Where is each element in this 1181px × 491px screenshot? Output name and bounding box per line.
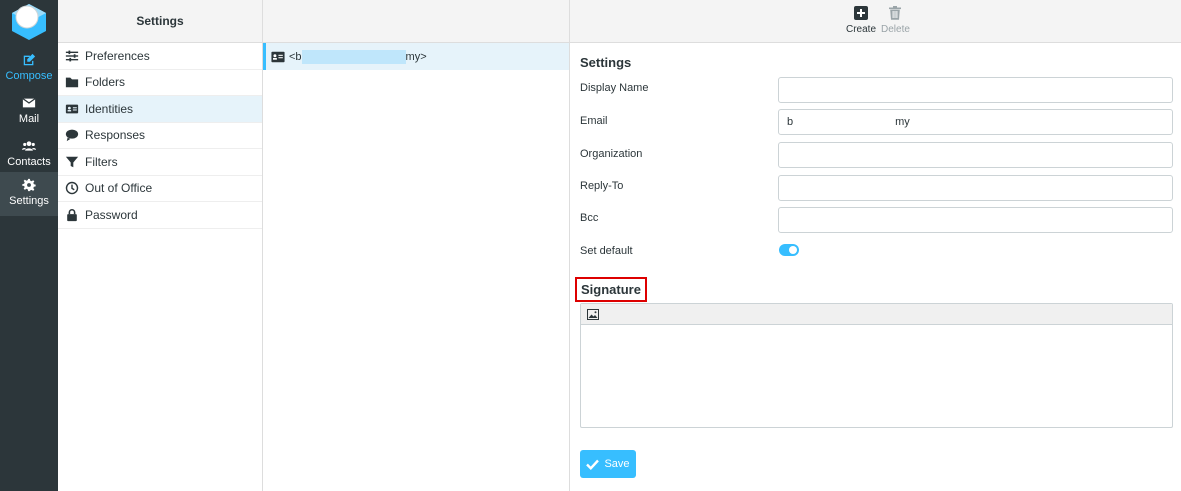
clock-icon — [65, 182, 79, 195]
email-label: Email — [580, 115, 608, 127]
delete-button[interactable]: Delete — [881, 6, 910, 35]
lock-icon — [67, 208, 77, 221]
rail-settings[interactable]: Settings — [0, 172, 58, 216]
nav-item-responses[interactable]: Responses — [58, 123, 262, 149]
nav-title: Settings — [58, 0, 262, 43]
toggle-knob — [789, 246, 797, 254]
trash-icon — [889, 6, 902, 20]
nav-label: Preferences — [85, 48, 150, 63]
rail-compose[interactable]: Compose — [0, 47, 58, 89]
app-rail: Compose Mail Contacts Settings — [0, 0, 58, 491]
rail-contacts[interactable]: Contacts — [0, 133, 58, 175]
nav-item-preferences[interactable]: Preferences — [58, 43, 262, 70]
nav-item-identities[interactable]: Identities — [58, 96, 262, 123]
toolbar: Create Delete — [570, 0, 1181, 43]
rail-mail-label: Mail — [18, 113, 40, 125]
checkmark-icon — [586, 459, 600, 470]
nav-item-out-of-office[interactable]: Out of Office — [58, 176, 262, 202]
image-icon[interactable] — [587, 308, 599, 320]
nav-item-password[interactable]: Password — [58, 202, 262, 229]
create-button[interactable]: Create — [846, 6, 876, 35]
display-name-field[interactable] — [778, 77, 1173, 103]
identities-list: <b my> — [263, 0, 570, 491]
rail-contacts-label: Contacts — [7, 156, 51, 168]
redacted-block — [301, 49, 406, 64]
id-card-icon — [65, 104, 79, 114]
settings-nav: Settings Preferences Folders Identities … — [58, 0, 263, 491]
organization-label: Organization — [580, 148, 643, 160]
nav-item-filters[interactable]: Filters — [58, 149, 262, 176]
comment-icon — [65, 129, 79, 142]
signature-title: Signature — [575, 277, 647, 302]
list-header — [263, 0, 569, 43]
rail-settings-label: Settings — [9, 195, 49, 207]
display-name-label: Display Name — [580, 82, 649, 94]
contacts-icon — [22, 141, 36, 151]
identity-row[interactable]: <b my> — [263, 43, 569, 70]
nav-label: Identities — [85, 101, 134, 116]
gear-icon — [22, 178, 36, 192]
nav-label: Filters — [85, 154, 118, 169]
bcc-label: Bcc — [580, 212, 599, 224]
nav-label: Folders — [85, 75, 126, 90]
settings-section-title: Settings — [580, 55, 632, 70]
organization-field[interactable] — [778, 142, 1173, 168]
email-value-end: my — [895, 116, 910, 128]
nav-item-folders[interactable]: Folders — [58, 70, 262, 96]
id-card-icon — [271, 51, 285, 62]
reply-to-label: Reply-To — [580, 180, 624, 192]
identity-prefix: <b — [289, 50, 302, 63]
rail-compose-label: Compose — [5, 70, 53, 82]
identity-suffix: my> — [405, 50, 427, 63]
sliders-icon — [65, 50, 79, 62]
mail-icon — [22, 98, 36, 108]
nav-label: Responses — [85, 128, 146, 143]
set-default-label: Set default — [580, 245, 633, 257]
filter-icon — [65, 156, 79, 167]
signature-editor[interactable] — [580, 303, 1173, 428]
rail-mail[interactable]: Mail — [0, 90, 58, 132]
identity-editor: Create Delete Settings Display Name Emai… — [570, 0, 1181, 491]
delete-label: Delete — [881, 24, 910, 35]
compose-icon — [23, 53, 36, 66]
set-default-toggle[interactable] — [779, 244, 799, 256]
reply-to-field[interactable] — [778, 175, 1173, 201]
bcc-field[interactable] — [778, 207, 1173, 233]
editor-toolbar — [581, 304, 1172, 325]
save-label: Save — [604, 458, 630, 470]
create-label: Create — [846, 24, 877, 35]
plus-square-icon — [854, 6, 868, 20]
nav-label: Out of Office — [85, 181, 153, 196]
folder-icon — [65, 77, 79, 88]
email-field[interactable]: b my — [778, 109, 1173, 135]
nav-label: Password — [85, 207, 138, 222]
save-button[interactable]: Save — [580, 450, 636, 478]
email-value-start: b — [787, 116, 794, 128]
app-logo[interactable] — [10, 2, 48, 40]
